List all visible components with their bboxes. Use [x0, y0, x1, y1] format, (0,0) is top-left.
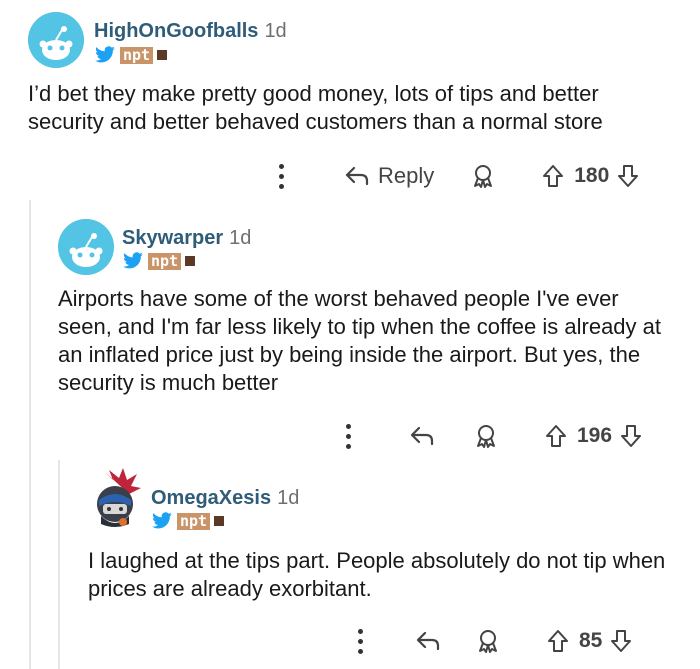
comment-age: 1d [277, 487, 300, 509]
twitter-bird-icon [123, 252, 143, 269]
vote-count: 85 [579, 629, 603, 652]
downvote-icon[interactable] [615, 163, 641, 189]
user-flair: npt [151, 512, 225, 530]
flair-emoji [214, 516, 225, 526]
username[interactable]: Skywarper [122, 227, 223, 249]
downvote-icon[interactable] [618, 423, 644, 449]
avatar[interactable] [58, 219, 114, 275]
snoo-avatar-icon [58, 219, 114, 275]
comment: HighOnGoofballs 1d npt I’d bet they make … [0, 0, 700, 200]
avatar[interactable] [87, 468, 143, 530]
twitter-bird-icon [152, 512, 172, 529]
username-link[interactable]: Skywarper 1d [122, 227, 251, 250]
reply-label[interactable]: Reply [378, 163, 434, 189]
vote-count: 196 [577, 424, 613, 447]
upvote-icon[interactable] [543, 423, 569, 449]
flair-emoji [157, 50, 168, 60]
user-flair: npt [122, 252, 196, 270]
upvote-icon[interactable] [540, 163, 566, 189]
award-icon[interactable] [473, 423, 499, 449]
snoo-avatar-icon [28, 12, 84, 68]
comment: OmegaXesis 1d npt I laughed at the tips p… [0, 460, 700, 669]
award-icon[interactable] [470, 163, 496, 189]
more-options-icon[interactable] [345, 423, 351, 449]
comment-actions: 85 [357, 623, 677, 659]
award-icon[interactable] [475, 628, 501, 654]
reply-button[interactable]: Reply [344, 163, 434, 189]
more-options-icon[interactable] [278, 163, 284, 189]
reply-arrow-icon [345, 166, 369, 186]
flair-text: npt [120, 46, 154, 64]
username[interactable]: OmegaXesis [151, 487, 271, 509]
user-flair: npt [94, 46, 168, 64]
upvote-icon[interactable] [545, 628, 571, 654]
vote-count: 180 [574, 164, 610, 187]
flair-text: npt [148, 252, 182, 270]
flair-text: npt [177, 512, 211, 530]
downvote-icon[interactable] [608, 628, 634, 654]
comment: Skywarper 1d npt Airports have some of th… [0, 200, 700, 460]
character-avatar-icon [97, 468, 141, 527]
comment-age: 1d [229, 227, 252, 249]
comment-actions: Reply 180 [278, 158, 678, 194]
username-link[interactable]: HighOnGoofballs 1d [94, 20, 287, 43]
comment-body: Airports have some of the worst behaved … [58, 286, 662, 395]
username-link[interactable]: OmegaXesis 1d [151, 487, 299, 510]
avatar[interactable] [28, 12, 84, 68]
flair-emoji [185, 256, 196, 266]
reply-arrow-icon[interactable] [409, 425, 435, 447]
comment-body: I laughed at the tips part. People absol… [88, 548, 666, 601]
comment-body: I’d bet they make pretty good money, lot… [28, 81, 603, 134]
username[interactable]: HighOnGoofballs [94, 20, 258, 42]
twitter-bird-icon [95, 46, 115, 63]
reply-arrow-icon[interactable] [415, 630, 441, 652]
comment-age: 1d [264, 20, 287, 42]
comment-actions: 196 [345, 418, 675, 454]
more-options-icon[interactable] [357, 628, 363, 654]
